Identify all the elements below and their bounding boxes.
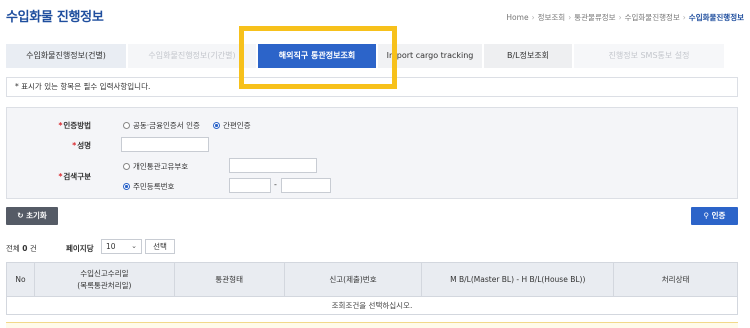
total-count: 전체 0 건	[6, 244, 37, 253]
results-table: No 수입신고수리일 (목록통관처리일) 통관형태 신고(제출)번호 M B/L…	[6, 262, 738, 315]
per-page-label: 페이지당	[66, 244, 94, 253]
info-strip	[6, 322, 738, 328]
auth-button[interactable]: ⚲ 인증	[691, 207, 738, 225]
chevron-down-icon: ⌄	[131, 242, 137, 250]
breadcrumb-item[interactable]: 정보조회	[538, 13, 566, 22]
radio-icon	[123, 163, 130, 170]
breadcrumb-current: 수입화물진행정보	[688, 13, 744, 22]
page-title: 수입화물 진행정보	[6, 10, 104, 25]
name-input[interactable]	[121, 137, 209, 152]
search-form: *인증방법 공동·금융인증서 인증 간편인증 *성명 개인통관고유부호 *검색구…	[6, 107, 738, 199]
tab-import-cargo-single[interactable]: 수입화물진행정보(건별)	[6, 44, 126, 68]
chevron-right-icon: ›	[531, 13, 535, 22]
per-page-select[interactable]: 10 ⌄	[101, 239, 142, 254]
resident-number-back-input[interactable]	[281, 178, 331, 193]
tab-bl-info[interactable]: B/L정보조회	[484, 44, 572, 68]
required-mark: *	[72, 141, 77, 150]
table-row: 조회조건을 선택하십시오.	[6, 296, 738, 315]
breadcrumb: Home › 정보조회 › 통관물류정보 › 수입화물진행정보 › 수입화물진행정보	[506, 12, 744, 23]
required-mark: *	[58, 121, 63, 130]
chevron-right-icon: ›	[682, 13, 686, 22]
column-header-clearance-type: 통관형태	[173, 262, 285, 297]
required-mark: *	[58, 172, 63, 181]
resident-number-dash: -	[274, 180, 277, 189]
radio-selected-icon	[213, 122, 220, 129]
auth-method-label: *인증방법	[58, 121, 91, 130]
chevron-right-icon: ›	[568, 13, 572, 22]
search-type-label: *검색구분	[58, 172, 91, 181]
column-header-bl-number: M B/L(Master BL) - H B/L(House BL))	[421, 262, 615, 297]
customs-code-input[interactable]	[229, 158, 317, 173]
breadcrumb-item[interactable]: 통관물류정보	[574, 13, 615, 22]
breadcrumb-item[interactable]: 수입화물진행정보	[625, 13, 680, 22]
column-header-declaration-number: 신고(제출)번호	[283, 262, 423, 297]
chevron-right-icon: ›	[618, 13, 622, 22]
auth-option-certificate[interactable]: 공동·금융인증서 인증	[123, 120, 200, 131]
column-header-no: No	[6, 262, 35, 297]
column-header-accept-date: 수입신고수리일 (목록통관처리일)	[33, 262, 175, 297]
empty-message: 조회조건을 선택하십시오.	[6, 296, 738, 315]
refresh-icon: ↻	[17, 211, 24, 220]
select-button[interactable]: 선택	[145, 239, 175, 254]
search-icon: ⚲	[703, 211, 710, 220]
reset-button[interactable]: ↻ 초기화	[6, 207, 58, 225]
search-option-resident-number[interactable]: 주민등록번호	[123, 181, 174, 192]
tab-import-cargo-period[interactable]: 수입화물진행정보(기간별)	[128, 44, 256, 68]
radio-icon	[123, 122, 130, 129]
column-header-status: 처리상태	[613, 262, 738, 297]
highlight-box	[239, 26, 397, 89]
name-label: *성명	[72, 141, 91, 150]
table-header-row: No 수입신고수리일 (목록통관처리일) 통관형태 신고(제출)번호 M B/L…	[6, 262, 738, 297]
tab-sms-notification[interactable]: 진행정보 SMS통보 설정	[574, 44, 724, 68]
resident-number-front-input[interactable]	[229, 178, 271, 193]
breadcrumb-home[interactable]: Home	[506, 13, 528, 22]
search-option-customs-code[interactable]: 개인통관고유부호	[123, 161, 188, 172]
auth-option-simple[interactable]: 간편인증	[213, 120, 251, 131]
radio-selected-icon	[123, 183, 130, 190]
